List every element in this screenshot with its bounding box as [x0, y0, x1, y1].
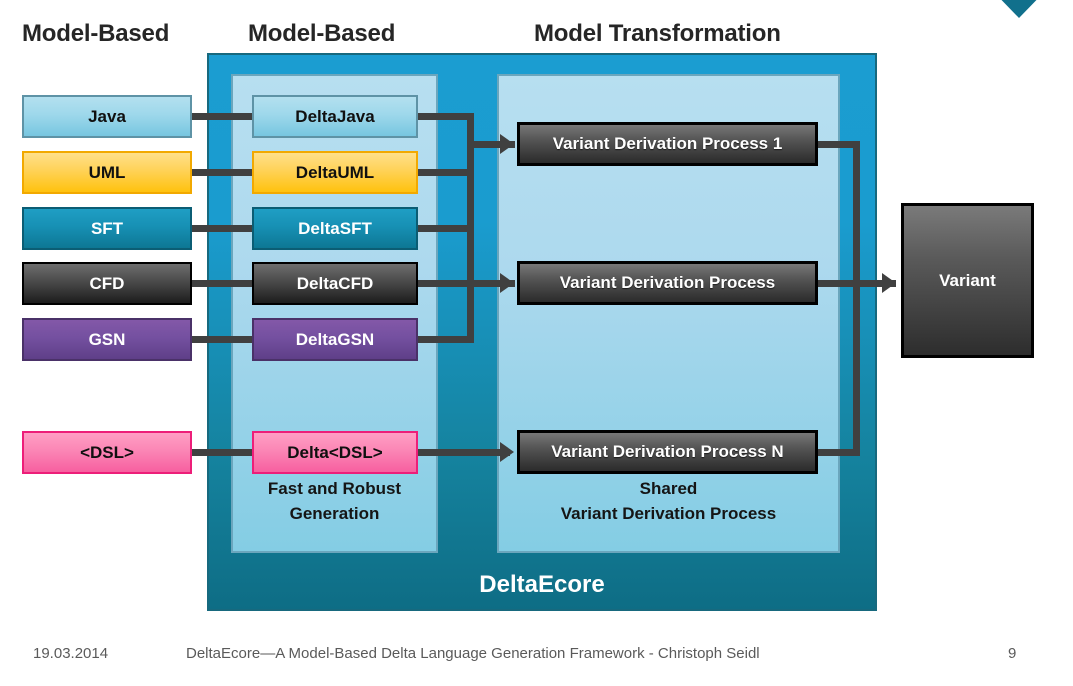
- delta-box-deltacfd-label: DeltaCFD: [296, 273, 374, 293]
- column-heading-transformation: Model Transformation: [534, 20, 781, 47]
- output-box-variant[interactable]: Variant: [901, 203, 1034, 358]
- panel-fast-robust-generation: Fast and Robust Generation: [231, 74, 438, 553]
- delta-box-deltasft[interactable]: DeltaSFT: [252, 207, 418, 250]
- arrow-variant-icon: [882, 273, 896, 293]
- wire-deltasft-bus: [418, 225, 474, 232]
- source-box-sft-label: SFT: [90, 218, 124, 238]
- delta-box-deltacfd[interactable]: DeltaCFD: [252, 262, 418, 305]
- panel-shared-caption-line2: Variant Derivation Process: [560, 504, 777, 523]
- wire-deltacfd-bus: [418, 280, 474, 287]
- arrow-vdp-icon: [500, 273, 514, 293]
- derivation-process-1-label: Variant Derivation Process 1: [552, 134, 783, 153]
- derivation-process-n[interactable]: Variant Derivation Process N: [517, 430, 818, 474]
- source-box-uml[interactable]: UML: [22, 151, 192, 194]
- wire-deltagsn-bus: [418, 336, 474, 343]
- source-box-dsl-label: <DSL>: [80, 442, 134, 462]
- wire-output-bus-vertical: [853, 141, 860, 456]
- footer-date: 19.03.2014: [33, 645, 109, 662]
- delta-box-deltadsl-label: Delta<DSL>: [287, 442, 383, 462]
- source-box-dsl[interactable]: <DSL>: [22, 431, 192, 474]
- column-heading-delta: Model-Based: [248, 20, 396, 47]
- source-box-cfd-label: CFD: [89, 273, 125, 293]
- output-box-variant-label: Variant: [939, 270, 996, 290]
- delta-box-deltajava[interactable]: DeltaJava: [252, 95, 418, 138]
- source-box-gsn[interactable]: GSN: [22, 318, 192, 361]
- derivation-process-shared[interactable]: Variant Derivation Process: [517, 261, 818, 305]
- delta-box-deltajava-label: DeltaJava: [295, 106, 375, 126]
- panel-shared-caption-line1: Shared: [639, 479, 698, 498]
- source-box-java-label: Java: [88, 106, 126, 126]
- panel-generation-caption-line2: Generation: [289, 504, 380, 523]
- source-box-java[interactable]: Java: [22, 95, 192, 138]
- source-box-gsn-label: GSN: [88, 329, 126, 349]
- derivation-process-shared-label: Variant Derivation Process: [559, 273, 776, 292]
- panel-generation-caption-line1: Fast and Robust: [267, 479, 402, 498]
- wire-deltauml-bus: [418, 169, 474, 176]
- delta-box-deltasft-label: DeltaSFT: [298, 218, 372, 238]
- delta-box-deltagsn-label: DeltaGSN: [295, 329, 375, 349]
- delta-box-deltagsn[interactable]: DeltaGSN: [252, 318, 418, 361]
- source-box-sft[interactable]: SFT: [22, 207, 192, 250]
- footer-title: DeltaEcore—A Model-Based Delta Language …: [186, 645, 760, 662]
- source-box-cfd[interactable]: CFD: [22, 262, 192, 305]
- arrow-vdpn-icon: [500, 442, 514, 462]
- delta-box-deltadsl[interactable]: Delta<DSL>: [252, 431, 418, 474]
- slide-footer: 19.03.2014 DeltaEcore—A Model-Based Delt…: [0, 645, 1073, 680]
- arrow-vdp1-icon: [500, 134, 514, 154]
- corner-chevron-icon: [986, 0, 1052, 18]
- wire-deltadsl-bus: [418, 449, 510, 456]
- footer-page-number: 9: [1008, 645, 1017, 662]
- column-heading-source: Model-Based: [22, 20, 170, 47]
- delta-box-deltauml-label: DeltaUML: [295, 162, 375, 182]
- delta-box-deltauml[interactable]: DeltaUML: [252, 151, 418, 194]
- derivation-process-n-label: Variant Derivation Process N: [551, 442, 784, 461]
- wire-deltajava-bus: [418, 113, 474, 120]
- slide-canvas: Model-Based Model-Based Model Transforma…: [0, 0, 1073, 686]
- deltaecore-label: DeltaEcore: [479, 571, 605, 598]
- derivation-process-1[interactable]: Variant Derivation Process 1: [517, 122, 818, 166]
- source-box-uml-label: UML: [88, 162, 126, 182]
